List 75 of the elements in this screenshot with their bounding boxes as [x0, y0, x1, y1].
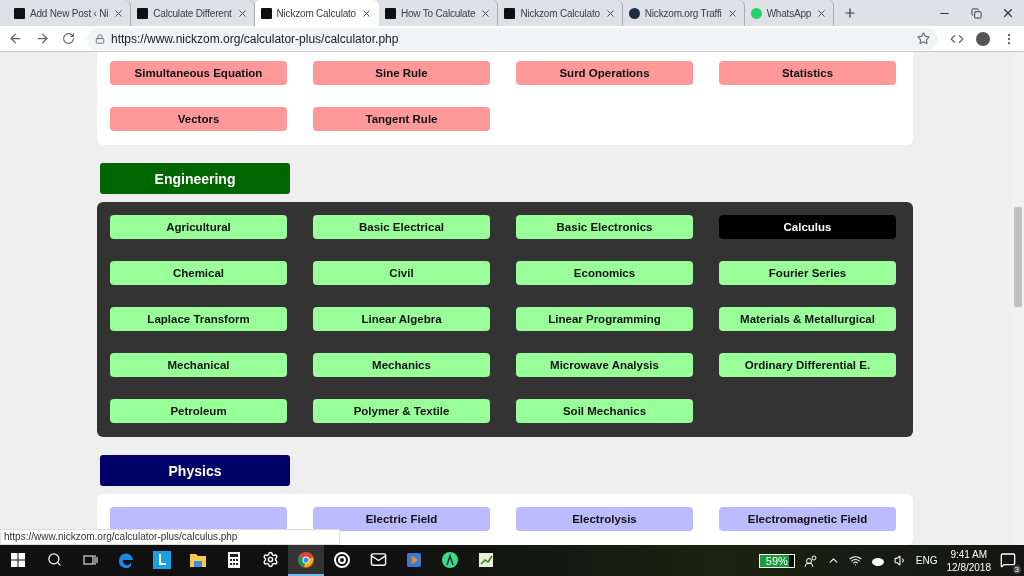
language-indicator[interactable]: ENG: [915, 555, 938, 566]
close-icon[interactable]: [1001, 6, 1015, 20]
close-icon[interactable]: [726, 7, 738, 19]
calculator-link-button[interactable]: Surd Operations: [516, 61, 693, 85]
calculator-link-button[interactable]: Vectors: [110, 107, 287, 131]
circle-icon: [628, 7, 640, 19]
close-icon[interactable]: [480, 7, 492, 19]
calculator-link-button[interactable]: Mechanical: [110, 353, 287, 377]
calculator-link-button[interactable]: Microwave Analysis: [516, 353, 693, 377]
windows-start-icon[interactable]: [11, 552, 25, 567]
section-heading: Physics: [100, 455, 290, 486]
calculator-link-button[interactable]: Polymer & Textile: [313, 399, 490, 423]
lock-icon: [95, 33, 105, 44]
status-link-url: https://www.nickzom.org/calculator-plus/calculus.php: [0, 529, 340, 545]
calculator-link-button[interactable]: Calculus: [719, 215, 896, 239]
people-icon[interactable]: [803, 553, 818, 568]
chrome-icon: [297, 550, 315, 569]
reload-icon[interactable]: [62, 32, 75, 45]
restore-icon[interactable]: [970, 7, 982, 19]
search-icon[interactable]: [46, 552, 62, 567]
calculator-link-button[interactable]: Simultaneous Equation: [110, 61, 287, 85]
calculator-icon: [225, 550, 243, 569]
close-icon[interactable]: [113, 7, 125, 19]
calculator-link-button[interactable]: Laplace Transform: [110, 307, 287, 331]
calculator-link-button[interactable]: Sine Rule: [313, 61, 490, 85]
chart-notepad-icon: [477, 550, 495, 569]
volume-icon[interactable]: [893, 554, 907, 567]
calculator-link-button[interactable]: Electromagnetic Field: [719, 507, 896, 531]
calculator-link-button[interactable]: Linear Algebra: [313, 307, 490, 331]
calculator-link-button[interactable]: Ordinary Differential E.: [719, 353, 896, 377]
letter-tile-icon: [153, 550, 171, 569]
battery-indicator[interactable]: 59%: [758, 553, 795, 568]
section-heading: Engineering: [100, 163, 290, 194]
back-icon[interactable]: [8, 31, 23, 46]
calculator-link-button[interactable]: Agricultural: [110, 215, 287, 239]
calculator-link-button[interactable]: Basic Electronics: [516, 215, 693, 239]
clock[interactable]: 9:41 AM 12/8/2018: [946, 547, 991, 574]
notification-count: 3: [1012, 564, 1021, 574]
task-view-icon[interactable]: [82, 552, 98, 567]
wifi-icon[interactable]: [848, 554, 862, 567]
close-icon[interactable]: [361, 7, 372, 19]
settings-icon: [261, 551, 279, 568]
ring-icon: [333, 550, 351, 569]
browser-tab[interactable]: Nickzom Calculato: [254, 0, 379, 26]
mail-icon: [369, 551, 387, 568]
taskbar-app[interactable]: [288, 545, 324, 576]
forward-icon[interactable]: [35, 31, 50, 46]
calculator-link-button[interactable]: Materials & Metallurgical: [719, 307, 896, 331]
calculator-link-button[interactable]: Petroleum: [110, 399, 287, 423]
logo-icon: [504, 7, 516, 19]
star-icon[interactable]: [917, 32, 930, 45]
calculator-link-button[interactable]: Tangent Rule: [313, 107, 490, 131]
calculator-link-button[interactable]: Electric Field: [313, 507, 490, 531]
calculator-link-button[interactable]: Statistics: [719, 61, 896, 85]
close-icon[interactable]: [816, 7, 828, 19]
calculator-link-button[interactable]: Civil: [313, 261, 490, 285]
calculator-link-button[interactable]: Basic Electrical: [313, 215, 490, 239]
avatar-icon[interactable]: [976, 31, 990, 46]
address-field[interactable]: https://www.nickzom.org/calculator-plus/calculator.php: [87, 27, 938, 50]
logo-icon: [137, 7, 149, 19]
logo-icon: [385, 7, 396, 19]
calculator-link-button[interactable]: Economics: [516, 261, 693, 285]
new-tab-icon[interactable]: [843, 6, 858, 20]
media-player-icon: [405, 550, 423, 569]
calculator-link-button[interactable]: Chemical: [110, 261, 287, 285]
calculator-link-button[interactable]: Fourier Series: [719, 261, 896, 285]
notifications-icon[interactable]: [1000, 551, 1016, 568]
close-icon[interactable]: [604, 7, 616, 19]
logo-icon: [260, 7, 272, 19]
calculator-link-button[interactable]: Electrolysis: [516, 507, 693, 531]
close-icon[interactable]: [236, 7, 248, 19]
calculator-link-button[interactable]: Soil Mechanics: [516, 399, 693, 423]
calculator-link-button[interactable]: Mechanics: [313, 353, 490, 377]
logo-icon: [14, 7, 25, 19]
calculator-link-button[interactable]: Linear Programming: [516, 307, 693, 331]
